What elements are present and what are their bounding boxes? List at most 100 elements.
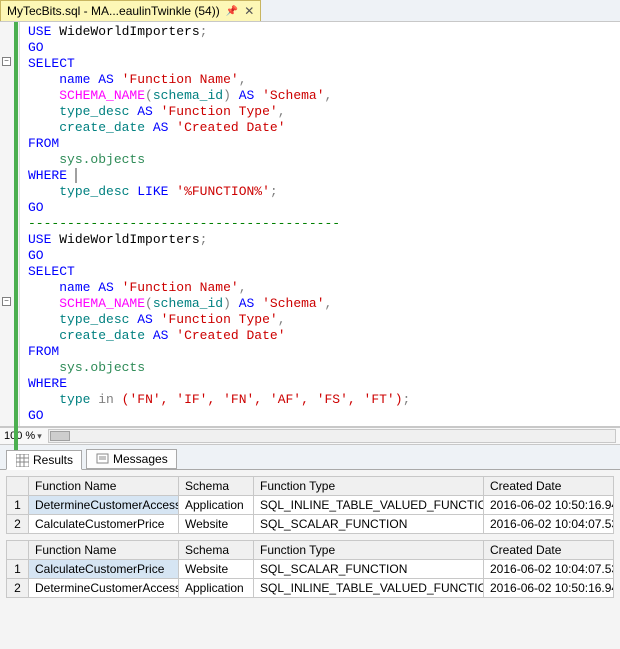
kw-as: AS (98, 280, 114, 295)
tab-title: MyTecBits.sql - MA...eaulinTwinkle (54)) (7, 4, 220, 18)
corner[interactable] (7, 541, 29, 560)
table-row[interactable]: 2 DetermineCustomerAccess Application SQ… (7, 579, 614, 598)
col-header[interactable]: Function Name (29, 541, 179, 560)
cell[interactable]: Website (179, 560, 254, 579)
alias: 'Created Date' (176, 120, 285, 135)
messages-icon (95, 452, 109, 466)
tab-messages[interactable]: Messages (86, 449, 177, 469)
table-row[interactable]: 2 CalculateCustomerPrice Website SQL_SCA… (7, 515, 614, 534)
code-area[interactable]: USE WideWorldImporters; GO SELECT name A… (20, 22, 620, 426)
col-name: name (59, 280, 90, 295)
kw-select: SELECT (28, 264, 75, 279)
alias: 'Schema' (262, 296, 324, 311)
arg: schema_id (153, 296, 223, 311)
kw-from: FROM (28, 136, 59, 151)
results-pane: Results Messages Function Name Schema Fu… (0, 445, 620, 649)
horizontal-scrollbar[interactable] (48, 429, 616, 443)
kw-use: USE (28, 24, 51, 39)
header-row: Function Name Schema Function Type Creat… (7, 477, 614, 496)
cell[interactable]: SQL_SCALAR_FUNCTION (254, 515, 484, 534)
arg: schema_id (153, 88, 223, 103)
alias: 'Schema' (262, 88, 324, 103)
grid-icon (15, 453, 29, 467)
kw-as: AS (239, 296, 255, 311)
pin-icon[interactable]: 📌 (226, 6, 238, 17)
cell[interactable]: Application (179, 579, 254, 598)
db-name: WideWorldImporters (59, 232, 199, 247)
chevron-down-icon[interactable]: ▾ (37, 431, 42, 442)
fold-icon[interactable]: − (2, 57, 11, 66)
kw-use: USE (28, 232, 51, 247)
row-number[interactable]: 1 (7, 496, 29, 515)
row-number[interactable]: 2 (7, 579, 29, 598)
cell[interactable]: 2016-06-02 10:50:16.943 (484, 579, 614, 598)
kw-go: GO (28, 40, 44, 55)
scroll-thumb[interactable] (50, 431, 70, 441)
alias: 'Function Type' (161, 104, 278, 119)
db-name: WideWorldImporters (59, 24, 199, 39)
header-row: Function Name Schema Function Type Creat… (7, 541, 614, 560)
file-tab[interactable]: MyTecBits.sql - MA...eaulinTwinkle (54))… (0, 0, 261, 21)
col-header[interactable]: Schema (179, 541, 254, 560)
zoom-bar: 100 % ▾ (0, 427, 620, 445)
col: type_desc (59, 184, 129, 199)
col-header[interactable]: Created Date (484, 541, 614, 560)
tbl: sys.objects (59, 360, 145, 375)
gutter: − − (0, 22, 20, 426)
cell[interactable]: DetermineCustomerAccess (29, 496, 179, 515)
cell[interactable]: 2016-06-02 10:04:07.530 (484, 515, 614, 534)
result-grid-1: Function Name Schema Function Type Creat… (0, 470, 620, 534)
alias: 'Function Name' (122, 72, 239, 87)
col: type (59, 392, 90, 407)
alias: 'Function Name' (122, 280, 239, 295)
col: create_date (59, 328, 145, 343)
literal: '%FUNCTION%' (176, 184, 270, 199)
result-grid-2: Function Name Schema Function Type Creat… (0, 534, 620, 598)
literal: ('FN', 'IF', 'FN', 'AF', 'FS', 'FT') (122, 392, 403, 407)
cell[interactable]: Website (179, 515, 254, 534)
zoom-level[interactable]: 100 % (4, 430, 35, 442)
cell[interactable]: 2016-06-02 10:04:07.530 (484, 560, 614, 579)
row-number[interactable]: 1 (7, 560, 29, 579)
row-number[interactable]: 2 (7, 515, 29, 534)
cell[interactable]: SQL_INLINE_TABLE_VALUED_FUNCTION (254, 579, 484, 598)
col: type_desc (59, 104, 129, 119)
col-header[interactable]: Function Type (254, 477, 484, 496)
kw-as: AS (137, 104, 153, 119)
table-row[interactable]: 1 DetermineCustomerAccess Application SQ… (7, 496, 614, 515)
divider-comment: ---------------------------------------- (28, 216, 340, 231)
cell[interactable]: CalculateCustomerPrice (29, 560, 179, 579)
cell[interactable]: SQL_INLINE_TABLE_VALUED_FUNCTION (254, 496, 484, 515)
kw-as: AS (137, 312, 153, 327)
tab-label: Messages (113, 452, 168, 466)
close-icon[interactable]: ✕ (244, 4, 254, 18)
kw-go: GO (28, 408, 44, 423)
cell[interactable]: DetermineCustomerAccess (29, 579, 179, 598)
alias: 'Created Date' (176, 328, 285, 343)
alias: 'Function Type' (161, 312, 278, 327)
cell[interactable]: SQL_SCALAR_FUNCTION (254, 560, 484, 579)
col-header[interactable]: Created Date (484, 477, 614, 496)
fn-schema: SCHEMA_NAME (59, 296, 145, 311)
col-header[interactable]: Function Name (29, 477, 179, 496)
kw-as: AS (153, 120, 169, 135)
col-header[interactable]: Schema (179, 477, 254, 496)
kw-go: GO (28, 248, 44, 263)
cell[interactable]: CalculateCustomerPrice (29, 515, 179, 534)
cell[interactable]: Application (179, 496, 254, 515)
kw-as: AS (98, 72, 114, 87)
kw-from: FROM (28, 344, 59, 359)
result-tabs: Results Messages (0, 445, 620, 470)
table-row[interactable]: 1 CalculateCustomerPrice Website SQL_SCA… (7, 560, 614, 579)
corner[interactable] (7, 477, 29, 496)
tbl: sys.objects (59, 152, 145, 167)
col: type_desc (59, 312, 129, 327)
col-name: name (59, 72, 90, 87)
cell[interactable]: 2016-06-02 10:50:16.943 (484, 496, 614, 515)
tab-results[interactable]: Results (6, 450, 82, 470)
fold-icon[interactable]: − (2, 297, 11, 306)
col-header[interactable]: Function Type (254, 541, 484, 560)
change-marker (14, 22, 18, 470)
kw-go: GO (28, 200, 44, 215)
kw-in: in (98, 392, 114, 407)
